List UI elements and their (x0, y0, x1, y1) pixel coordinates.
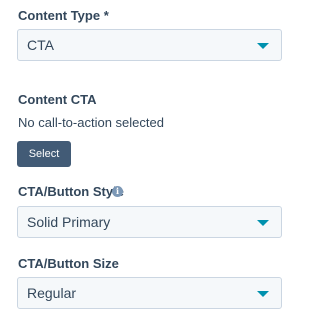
button-style-select[interactable]: Solid Primary (17, 206, 282, 238)
button-size-value: Regular (27, 285, 77, 301)
content-cta-label: Content CTA (18, 92, 97, 107)
chevron-down-icon (257, 43, 269, 49)
select-cta-button[interactable]: Select (17, 141, 71, 167)
button-style-label: CTA/Button Style (18, 184, 124, 199)
info-icon[interactable]: i (112, 186, 123, 197)
chevron-down-icon (257, 220, 269, 226)
button-size-select[interactable]: Regular (17, 277, 282, 309)
button-size-label: CTA/Button Size (18, 256, 119, 271)
content-type-select[interactable]: CTA (17, 29, 282, 61)
button-style-value: Solid Primary (27, 214, 111, 230)
content-type-value: CTA (27, 37, 54, 53)
content-cta-helper-text: No call-to-action selected (18, 115, 164, 130)
content-type-label: Content Type * (18, 8, 109, 23)
chevron-down-icon (257, 291, 269, 297)
cta-settings-panel: Content Type * CTA Content CTA No call-t… (0, 0, 300, 326)
